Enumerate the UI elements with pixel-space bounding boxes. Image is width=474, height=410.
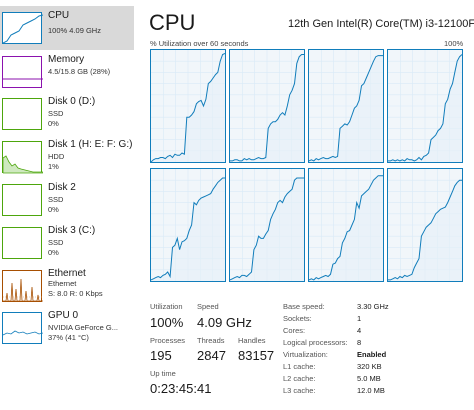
sidebar-item-usage: 0%: [48, 205, 59, 214]
sidebar-item-adapter: Ethernet: [48, 279, 77, 288]
sidebar-item-title: Disk 2: [48, 182, 76, 193]
sidebar-item-title: Disk 1 (H: E: F: G:): [48, 139, 133, 150]
speed-value: 4.09 GHz: [197, 315, 252, 330]
sidebar-item-detail: 4.5/15.8 GB (28%): [48, 67, 111, 76]
sidebar-item-title: CPU: [48, 10, 70, 21]
sidebar-item-title: Memory: [48, 54, 85, 65]
spec-l3-cache-label: L3 cache:: [283, 386, 316, 395]
sidebar-item-type: SSD: [48, 238, 64, 247]
utilization-label: Utilization: [150, 302, 183, 311]
ethernet-thumbnail-graph: [2, 270, 43, 302]
spec-l3-cache-value: 12.0 MB: [357, 386, 385, 395]
spec-l2-cache-label: L2 cache:: [283, 374, 316, 383]
sidebar-item-usage: 0%: [48, 248, 59, 257]
logical-processor-graph: [150, 49, 226, 163]
memory-thumbnail-graph: [2, 56, 43, 88]
uptime-label: Up time: [150, 369, 176, 378]
sidebar-item-usage: 37% (41 °C): [48, 333, 89, 342]
uptime-value: 0:23:45:41: [150, 381, 212, 396]
handles-value: 83157: [238, 348, 275, 363]
threads-value: 2847: [197, 348, 226, 363]
handles-label: Handles: [238, 336, 266, 345]
spec-sockets-label: Sockets:: [283, 314, 312, 323]
spec-base-speed-value: 3.30 GHz: [357, 302, 389, 311]
sidebar: CPU 100% 4.09 GHz Memory 4.5/15.8 GB (28…: [0, 0, 134, 410]
sidebar-item-disk-0[interactable]: Disk 0 (D:) SSD 0%: [0, 92, 134, 136]
cpu-model-name: 12th Gen Intel(R) Core(TM) i3-12100F: [288, 18, 474, 30]
sidebar-item-memory[interactable]: Memory 4.5/15.8 GB (28%): [0, 50, 134, 94]
threads-label: Threads: [197, 336, 225, 345]
processes-label: Processes: [150, 336, 186, 345]
sidebar-item-model: NVIDIA GeForce G...: [48, 323, 119, 332]
sidebar-item-gpu-0[interactable]: GPU 0 NVIDIA GeForce G... 37% (41 °C): [0, 306, 134, 350]
spec-virtualization-label: Virtualization:: [283, 350, 328, 359]
sidebar-item-disk-1[interactable]: Disk 1 (H: E: F: G:) HDD 1%: [0, 135, 134, 179]
sidebar-item-ethernet[interactable]: Ethernet Ethernet S: 8.0 R: 0 Kbps: [0, 264, 134, 308]
spec-virtualization-value: Enabled: [357, 350, 387, 359]
sidebar-item-disk-3[interactable]: Disk 3 (C:) SSD 0%: [0, 221, 134, 265]
spec-logical-processors-value: 8: [357, 338, 362, 347]
logical-processor-graph: [308, 168, 384, 282]
spec-logical-processors-label: Logical processors:: [283, 338, 348, 347]
spec-sockets-value: 1: [357, 314, 362, 323]
sidebar-item-disk-2[interactable]: Disk 2 SSD 0%: [0, 178, 134, 222]
logical-processor-graph: [150, 168, 226, 282]
logical-processor-graph: [308, 49, 384, 163]
sidebar-item-title: Ethernet: [48, 268, 86, 279]
cpu-details-panel: CPU 12th Gen Intel(R) Core(TM) i3-12100F…: [140, 0, 474, 410]
disk-3-thumbnail-graph: [2, 227, 42, 259]
disk-2-thumbnail-graph: [2, 184, 42, 216]
sidebar-item-type: HDD: [48, 152, 65, 161]
speed-label: Speed: [197, 302, 219, 311]
disk-0-thumbnail-graph: [2, 98, 42, 130]
logical-processor-graph: [387, 168, 463, 282]
spec-cores-value: 4: [357, 326, 362, 335]
sidebar-item-usage: 0%: [48, 119, 59, 128]
sidebar-item-title: Disk 0 (D:): [48, 96, 96, 107]
cpu-thumbnail-graph: [2, 12, 43, 44]
spec-l1-cache-value: 320 KB: [357, 362, 382, 371]
gpu-0-thumbnail-graph: [2, 312, 43, 344]
spec-l1-cache-label: L1 cache:: [283, 362, 316, 371]
utilization-graph-max: 100%: [444, 39, 464, 48]
sidebar-item-type: SSD: [48, 109, 64, 118]
processes-value: 195: [150, 348, 172, 363]
utilization-value: 100%: [150, 315, 184, 330]
spec-base-speed-label: Base speed:: [283, 302, 325, 311]
sidebar-item-cpu[interactable]: CPU 100% 4.09 GHz: [0, 6, 134, 50]
disk-1-thumbnail-graph: [2, 141, 43, 174]
logical-processor-graph: [229, 49, 305, 163]
logical-processor-graph: [387, 49, 463, 163]
sidebar-item-usage: 1%: [48, 162, 59, 171]
utilization-graph-label: % Utilization over 60 seconds: [150, 39, 249, 48]
page-title: CPU: [149, 10, 196, 35]
logical-processor-graph: [229, 168, 305, 282]
sidebar-item-detail: 100% 4.09 GHz: [48, 26, 101, 35]
sidebar-item-title: GPU 0: [48, 310, 79, 321]
spec-cores-label: Cores:: [283, 326, 306, 335]
sidebar-item-type: SSD: [48, 195, 64, 204]
sidebar-item-throughput: S: 8.0 R: 0 Kbps: [48, 289, 103, 298]
sidebar-item-title: Disk 3 (C:): [48, 225, 96, 236]
spec-l2-cache-value: 5.0 MB: [357, 374, 381, 383]
